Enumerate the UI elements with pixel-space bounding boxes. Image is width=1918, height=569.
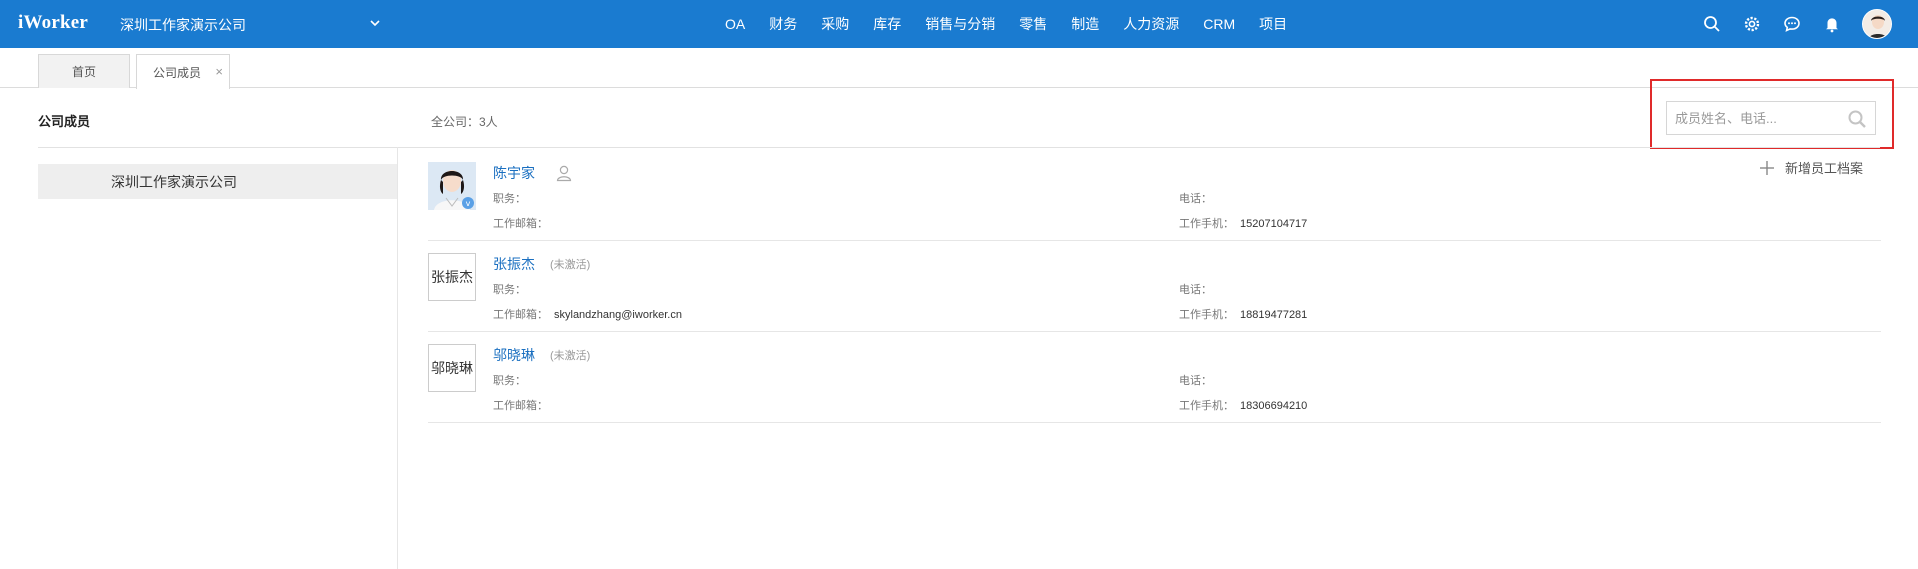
member-avatar[interactable]: 邬晓琳 [428,344,476,392]
tab-label: 首页 [71,65,96,79]
member-email: 工作邮箱： [493,400,548,412]
top-bar: iWorker 深圳工作家演示公司 OA 财务 采购 库存 销售与分销 零售 制… [0,0,1918,48]
member-row: v 陈宇家 职务： 工作邮箱： 电话： 工作手机： 15207104717 [428,150,1881,241]
search-icon[interactable] [1702,14,1722,34]
tab-bar: 首页 公司成员 × [0,48,1918,89]
member-mobile: 工作手机： 15207104717 [1179,218,1308,230]
nav-item-crm[interactable]: CRM [1191,0,1247,48]
tree-item-label: 深圳工作家演示公司 [111,173,237,190]
member-email: 工作邮箱： skylandzhang@iworker.cn [493,309,682,321]
nav-item-retail[interactable]: 零售 [1007,0,1059,48]
member-mobile: 工作手机： 18819477281 [1179,309,1308,321]
member-name[interactable]: 张振杰 [493,254,535,274]
tab-home[interactable]: 首页 [38,54,130,88]
member-position: 职务： [493,193,526,205]
member-status: (未激活) [550,259,591,271]
bell-icon[interactable] [1822,14,1842,34]
member-phone: 电话： [1179,193,1212,205]
user-icon[interactable] [555,164,573,182]
member-row: 邬晓琳 邬晓琳 (未激活) 职务： 工作邮箱： 电话： 工作手机： 1830669… [428,332,1881,423]
nav-item-project[interactable]: 项目 [1247,0,1299,48]
tab-label: 公司成员 [153,65,202,80]
member-avatar[interactable]: v [428,162,476,210]
member-mobile: 工作手机： 18306694210 [1179,400,1308,412]
panel-divider [397,147,398,569]
svg-text:v: v [466,199,471,208]
member-position: 职务： [493,284,526,296]
main-nav: OA 财务 采购 库存 销售与分销 零售 制造 人力资源 CRM 项目 [713,0,1299,48]
gear-icon[interactable] [1742,14,1762,34]
member-phone: 电话： [1179,375,1212,387]
search-icon[interactable] [1847,109,1867,129]
avatar[interactable] [1862,9,1892,39]
member-row: 张振杰 张振杰 (未激活) 职务： 工作邮箱： skylandzhang@iwor… [428,241,1881,332]
top-icons [1682,0,1892,48]
member-name[interactable]: 陈宇家 [493,163,535,183]
search-input[interactable] [1667,102,1837,134]
logo[interactable]: iWorker [18,12,88,34]
member-position: 职务： [493,375,526,387]
nav-item-oa[interactable]: OA [713,0,757,48]
chat-icon[interactable] [1782,14,1802,34]
company-count: 全公司：3人 [431,115,498,129]
nav-item-finance[interactable]: 财务 [757,0,809,48]
member-email: 工作邮箱： [493,218,548,230]
member-name[interactable]: 邬晓琳 [493,345,535,365]
nav-item-inventory[interactable]: 库存 [861,0,913,48]
member-search [1666,101,1876,135]
header-divider [38,147,1880,148]
member-phone: 电话： [1179,284,1212,296]
nav-item-hr[interactable]: 人力资源 [1111,0,1191,48]
close-icon[interactable]: × [215,64,223,79]
tree-item-company[interactable]: 深圳工作家演示公司 [38,164,397,199]
member-status: (未激活) [550,350,591,362]
member-avatar[interactable]: 张振杰 [428,253,476,301]
tab-company-members[interactable]: 公司成员 × [136,54,230,89]
nav-item-purchase[interactable]: 采购 [809,0,861,48]
page-title: 公司成员 [38,114,91,129]
nav-item-manufacturing[interactable]: 制造 [1059,0,1111,48]
chevron-down-icon[interactable] [367,15,383,31]
nav-item-sales[interactable]: 销售与分销 [913,0,1007,48]
company-selector[interactable]: 深圳工作家演示公司 [120,15,246,35]
